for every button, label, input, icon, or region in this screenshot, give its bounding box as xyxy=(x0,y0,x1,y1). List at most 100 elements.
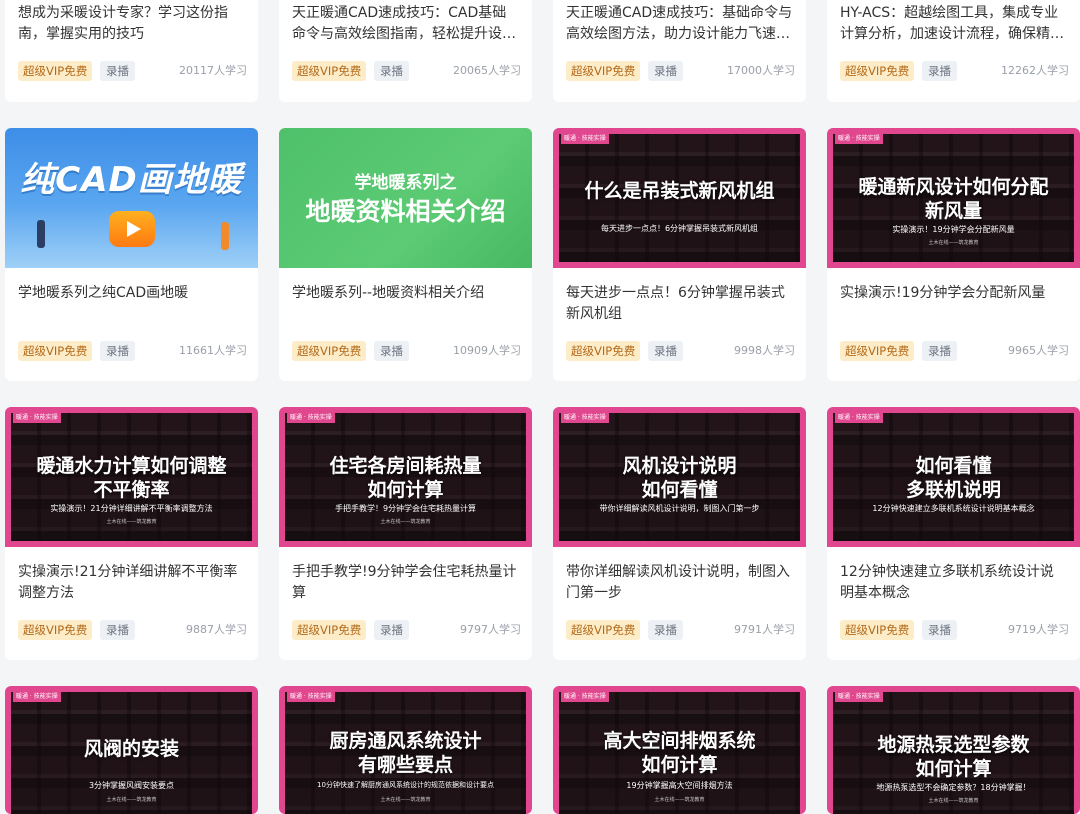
thumbnail-line-2: 地暖资料相关介绍 xyxy=(305,197,506,226)
course-thumbnail[interactable]: 暖通 · 技能实操 暖通新风设计如何分配 新风量 实操演示！19分钟学会分配新风… xyxy=(827,128,1080,268)
thumbnail-subtitle: 每天进步一点点！6分钟掌握吊装式新风机组 xyxy=(600,224,759,233)
course-card[interactable]: 暖通 · 技能实操 住宅各房间耗热量 如何计算 手把手教学！9分钟学会住宅耗热量… xyxy=(279,407,532,660)
course-thumbnail[interactable]: 暖通 · 技能实操 什么是吊装式新风机组 每天进步一点点！6分钟掌握吊装式新风机… xyxy=(553,128,806,268)
thumbnail-subtitle: 手把手教学！9分钟学会住宅耗热量计算 xyxy=(334,504,477,513)
vip-badge: 超级VIP免费 xyxy=(18,620,93,640)
course-card[interactable]: 想成为采暖设计专家？学习这份指南，掌握实用的技巧 超级VIP免费 录播 2011… xyxy=(5,0,258,102)
course-title[interactable]: 想成为采暖设计专家？学习这份指南，掌握实用的技巧 xyxy=(18,3,245,45)
recorded-badge: 录播 xyxy=(922,341,957,361)
thumbnail-line-2: 如何看懂 xyxy=(641,479,718,501)
vip-badge: 超级VIP免费 xyxy=(566,341,641,361)
course-card[interactable]: 暖通 · 技能实操 地源热泵选型参数 如何计算 地源热泵选型不会确定参数？18分… xyxy=(827,686,1080,814)
thumbnail-line-1: 暖通水力计算如何调整 xyxy=(36,455,227,477)
recorded-badge: 录播 xyxy=(648,341,683,361)
thumbnail-line-1: 风机设计说明 xyxy=(622,455,737,477)
course-title[interactable]: 学地暖系列之纯CAD画地暖 xyxy=(18,283,245,325)
thumbnail-subtitle: 12分钟快速建立多联机系统设计说明基本概念 xyxy=(872,504,1035,513)
course-title[interactable]: HY-ACS：超越绘图工具，集成专业计算分析，加速设计流程，确保精准高效 xyxy=(840,3,1067,45)
course-title[interactable]: 天正暖通CAD速成技巧：基础命令与高效绘图方法，助力设计能力飞速提升 xyxy=(566,3,793,45)
course-thumbnail[interactable]: 暖通 · 技能实操 高大空间排烟系统 如何计算 19分钟掌握高大空间排烟方法 土… xyxy=(553,686,806,814)
vip-badge: 超级VIP免费 xyxy=(566,61,641,81)
course-title[interactable]: 天正暖通CAD速成技巧：CAD基础命令与高效绘图指南，轻松提升设计效率 xyxy=(292,3,519,45)
course-meta: 超级VIP免费 录播 17000人学习 xyxy=(566,61,795,81)
thumbnail-line-1: 学地暖系列之 xyxy=(354,173,457,193)
thumbnail-subtitle: 实操演示！19分钟学会分配新风量 xyxy=(892,225,1015,234)
course-title[interactable]: 手把手教学!9分钟学会住宅耗热量计算 xyxy=(292,562,519,604)
course-card[interactable]: 暖通 · 技能实操 高大空间排烟系统 如何计算 19分钟掌握高大空间排烟方法 土… xyxy=(553,686,806,814)
learner-count: 20117人学习 xyxy=(179,64,247,77)
course-thumbnail[interactable]: 学地暖系列之 地暖资料相关介绍 xyxy=(279,128,532,268)
thumbnail-subtitle: 10分钟快速了解厨房通风系统设计的规范依据和设计要点 xyxy=(317,781,494,789)
course-meta: 超级VIP免费 录播 20117人学习 xyxy=(18,61,247,81)
course-title[interactable]: 实操演示!19分钟学会分配新风量 xyxy=(840,283,1067,325)
course-title[interactable]: 带你详细解读风机设计说明，制图入门第一步 xyxy=(566,562,793,604)
thumbnail-footer: 土木在线——筑龙教育 xyxy=(106,519,157,525)
learner-count: 17000人学习 xyxy=(727,64,795,77)
course-meta: 超级VIP免费 录播 9797人学习 xyxy=(292,620,521,640)
course-card[interactable]: 纯CAD画地暖 学地暖系列之纯CAD画地暖 超级VIP免费 录播 11661人学… xyxy=(5,128,258,381)
thumbnail-subtitle: 实操演示！21分钟详细讲解不平衡率调整方法 xyxy=(50,504,213,513)
play-icon xyxy=(109,211,155,247)
thumbnail-line-2: 新风量 xyxy=(924,200,982,222)
course-thumbnail[interactable]: 暖通 · 技能实操 风阀的安装 3分钟掌握风阀安装要点 土木在线——筑龙教育 xyxy=(5,686,258,814)
course-card[interactable]: 暖通 · 技能实操 暖通水力计算如何调整 不平衡率 实操演示！21分钟详细讲解不… xyxy=(5,407,258,660)
course-thumbnail[interactable]: 暖通 · 技能实操 暖通水力计算如何调整 不平衡率 实操演示！21分钟详细讲解不… xyxy=(5,407,258,547)
thumbnail-line-1: 如何看懂 xyxy=(915,455,992,477)
thumbnail-tag: 暖通 · 技能实操 xyxy=(13,413,61,423)
vip-badge: 超级VIP免费 xyxy=(840,61,915,81)
recorded-badge: 录播 xyxy=(100,61,135,81)
thumbnail-line-2: 如何计算 xyxy=(367,479,444,501)
course-title[interactable]: 12分钟快速建立多联机系统设计说明基本概念 xyxy=(840,562,1067,604)
learner-count: 9791人学习 xyxy=(734,623,795,636)
course-title[interactable]: 实操演示!21分钟详细讲解不平衡率调整方法 xyxy=(18,562,245,604)
course-meta: 超级VIP免费 录播 12262人学习 xyxy=(840,61,1069,81)
course-card[interactable]: HY-ACS：超越绘图工具，集成专业计算分析，加速设计流程，确保精准高效 超级V… xyxy=(827,0,1080,102)
course-thumbnail[interactable]: 暖通 · 技能实操 风机设计说明 如何看懂 带你详细解读风机设计说明，制图入门第… xyxy=(553,407,806,547)
course-title[interactable]: 每天进步一点点！6分钟掌握吊装式新风机组 xyxy=(566,283,793,325)
thumbnail-line-1: 风阀的安装 xyxy=(83,738,179,760)
learner-count: 9965人学习 xyxy=(1008,344,1069,357)
recorded-badge: 录播 xyxy=(100,620,135,640)
course-thumbnail[interactable]: 暖通 · 技能实操 厨房通风系统设计 有哪些要点 10分钟快速了解厨房通风系统设… xyxy=(279,686,532,814)
vip-badge: 超级VIP免费 xyxy=(566,620,641,640)
thumbnail-footer: 土木在线——筑龙教育 xyxy=(928,798,979,804)
course-thumbnail[interactable]: 暖通 · 技能实操 如何看懂 多联机说明 12分钟快速建立多联机系统设计说明基本… xyxy=(827,407,1080,547)
learner-count: 20065人学习 xyxy=(453,64,521,77)
course-thumbnail[interactable]: 暖通 · 技能实操 地源热泵选型参数 如何计算 地源热泵选型不会确定参数？18分… xyxy=(827,686,1080,814)
course-card[interactable]: 天正暖通CAD速成技巧：基础命令与高效绘图方法，助力设计能力飞速提升 超级VIP… xyxy=(553,0,806,102)
course-card[interactable]: 暖通 · 技能实操 暖通新风设计如何分配 新风量 实操演示！19分钟学会分配新风… xyxy=(827,128,1080,381)
learner-count: 12262人学习 xyxy=(1001,64,1069,77)
vip-badge: 超级VIP免费 xyxy=(840,620,915,640)
thumbnail-footer: 土木在线——筑龙教育 xyxy=(380,519,431,525)
recorded-badge: 录播 xyxy=(100,341,135,361)
thumbnail-subtitle: 带你详细解读风机设计说明，制图入门第一步 xyxy=(599,504,760,513)
thumbnail-line-1: 厨房通风系统设计 xyxy=(329,730,482,752)
learner-count: 9719人学习 xyxy=(1008,623,1069,636)
course-card[interactable]: 暖通 · 技能实操 风机设计说明 如何看懂 带你详细解读风机设计说明，制图入门第… xyxy=(553,407,806,660)
recorded-badge: 录播 xyxy=(374,341,409,361)
course-title[interactable]: 学地暖系列--地暖资料相关介绍 xyxy=(292,283,519,325)
thumbnail-tag: 暖通 · 技能实操 xyxy=(561,413,609,423)
person-illustration-icon xyxy=(221,222,229,250)
course-card[interactable]: 学地暖系列之 地暖资料相关介绍 学地暖系列--地暖资料相关介绍 超级VIP免费 … xyxy=(279,128,532,381)
course-card[interactable]: 暖通 · 技能实操 如何看懂 多联机说明 12分钟快速建立多联机系统设计说明基本… xyxy=(827,407,1080,660)
person-illustration-icon xyxy=(37,220,45,248)
course-thumbnail[interactable]: 纯CAD画地暖 xyxy=(5,128,258,268)
thumbnail-tag: 暖通 · 技能实操 xyxy=(561,692,609,702)
recorded-badge: 录播 xyxy=(922,620,957,640)
thumbnail-subtitle: 地源热泵选型不会确定参数？18分钟掌握！ xyxy=(876,783,1031,792)
course-meta: 超级VIP免费 录播 9998人学习 xyxy=(566,341,795,361)
thumbnail-tag: 暖通 · 技能实操 xyxy=(561,134,609,144)
thumbnail-line-1: 住宅各房间耗热量 xyxy=(329,455,482,477)
course-card[interactable]: 暖通 · 技能实操 什么是吊装式新风机组 每天进步一点点！6分钟掌握吊装式新风机… xyxy=(553,128,806,381)
thumbnail-footer: 土木在线——筑龙教育 xyxy=(380,797,431,803)
course-card[interactable]: 暖通 · 技能实操 风阀的安装 3分钟掌握风阀安装要点 土木在线——筑龙教育 xyxy=(5,686,258,814)
course-card[interactable]: 天正暖通CAD速成技巧：CAD基础命令与高效绘图指南，轻松提升设计效率 超级VI… xyxy=(279,0,532,102)
recorded-badge: 录播 xyxy=(374,620,409,640)
course-meta: 超级VIP免费 录播 9791人学习 xyxy=(566,620,795,640)
course-card[interactable]: 暖通 · 技能实操 厨房通风系统设计 有哪些要点 10分钟快速了解厨房通风系统设… xyxy=(279,686,532,814)
recorded-badge: 录播 xyxy=(648,61,683,81)
course-thumbnail[interactable]: 暖通 · 技能实操 住宅各房间耗热量 如何计算 手把手教学！9分钟学会住宅耗热量… xyxy=(279,407,532,547)
vip-badge: 超级VIP免费 xyxy=(18,61,93,81)
learner-count: 9998人学习 xyxy=(734,344,795,357)
